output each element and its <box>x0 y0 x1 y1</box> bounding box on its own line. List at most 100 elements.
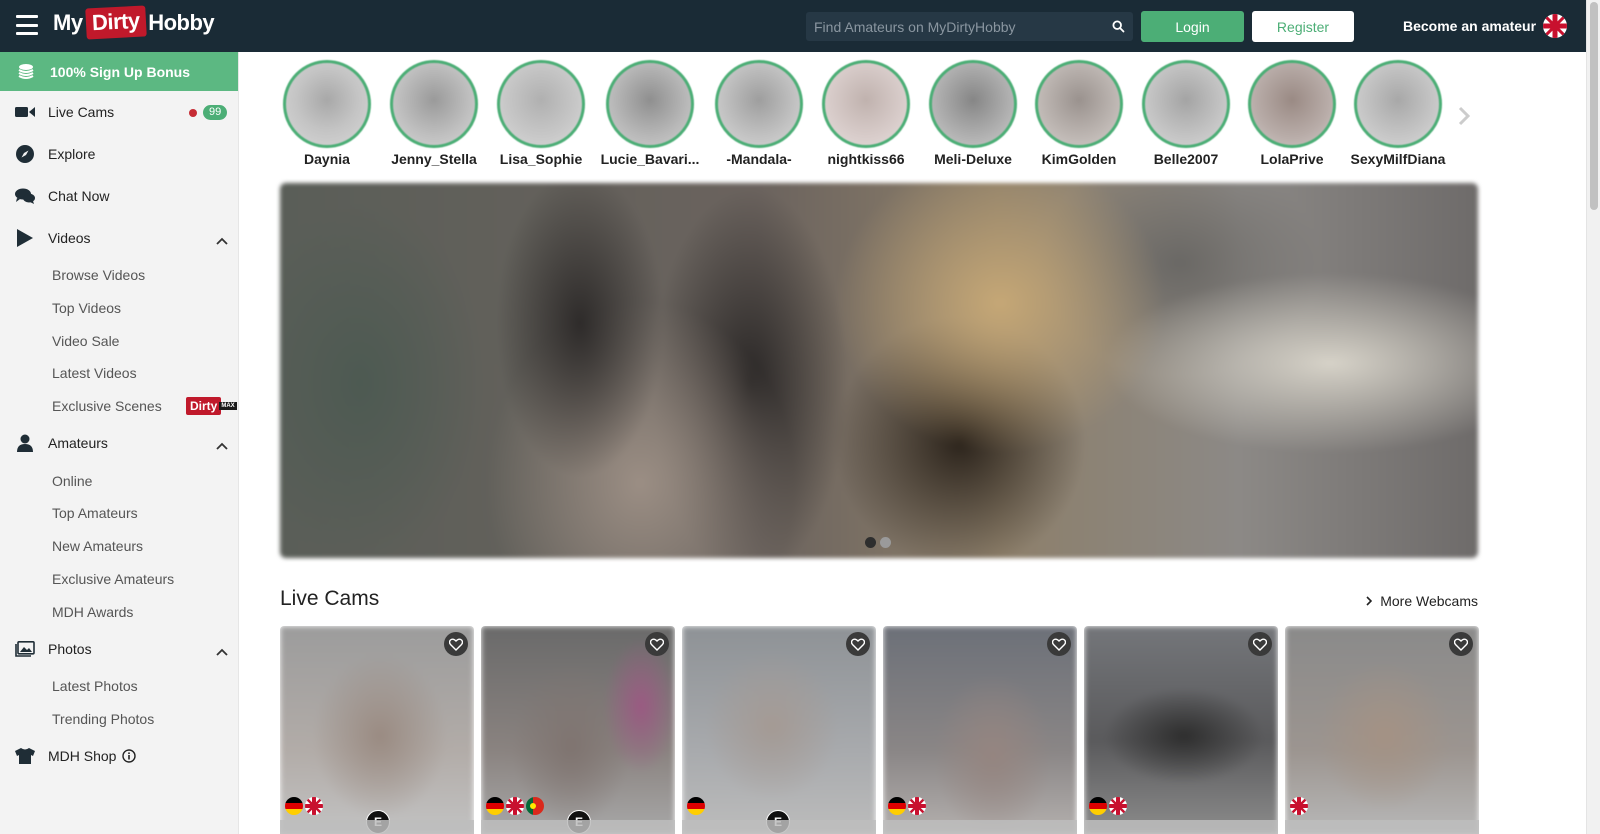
sidebar-item-live-cams[interactable]: Live Cams 99 <box>0 91 238 133</box>
cam-info-bar <box>682 820 876 834</box>
avatar[interactable] <box>1035 60 1123 148</box>
heart-icon[interactable] <box>1047 632 1071 656</box>
avatar[interactable] <box>929 60 1017 148</box>
user-icon <box>15 434 35 453</box>
cam-card[interactable] <box>883 626 1077 834</box>
carousel-dot[interactable] <box>880 537 891 548</box>
carousel-dots <box>865 537 891 548</box>
sidebar-subitem[interactable]: Top Videos <box>0 292 238 325</box>
chevron-right-icon[interactable] <box>1458 106 1471 131</box>
sidebar-subitem[interactable]: Video Sale <box>0 324 238 357</box>
story-item[interactable]: Lucie_Bavari... <box>600 60 700 167</box>
sidebar-item-photos[interactable]: Photos <box>0 628 238 670</box>
avatar[interactable] <box>715 60 803 148</box>
cam-card[interactable]: E <box>682 626 876 834</box>
de-flag-icon <box>888 797 906 815</box>
avatar[interactable] <box>390 60 478 148</box>
story-item[interactable]: Lisa_Sophie <box>491 60 591 167</box>
cam-card[interactable] <box>1084 626 1278 834</box>
language-flags <box>1290 797 1308 815</box>
story-item[interactable]: Jenny_Stella <box>384 60 484 167</box>
register-button[interactable]: Register <box>1252 11 1354 42</box>
story-item[interactable]: KimGolden <box>1029 60 1129 167</box>
uk-flag-icon[interactable] <box>1543 14 1568 38</box>
story-item[interactable]: SexyMilfDiana <box>1348 60 1448 167</box>
sidebar-subitem[interactable]: Top Amateurs <box>0 497 238 530</box>
story-name: LolaPrive <box>1260 151 1324 167</box>
logo-text-my: My <box>53 9 83 35</box>
bonus-label: 100% Sign Up Bonus <box>50 63 191 80</box>
sidebar-item-videos[interactable]: Videos <box>0 217 238 259</box>
cam-info-bar <box>1285 820 1479 834</box>
chevron-up-icon[interactable] <box>216 232 228 248</box>
story-name: SexyMilfDiana <box>1350 151 1446 167</box>
search-icon[interactable] <box>1103 12 1133 41</box>
carousel-dot[interactable] <box>865 537 876 548</box>
story-name: Daynia <box>304 151 350 167</box>
avatar[interactable] <box>822 60 910 148</box>
info-icon[interactable] <box>122 749 137 763</box>
story-item[interactable]: -Mandala- <box>709 60 809 167</box>
become-amateur-link[interactable]: Become an amateur <box>1403 14 1568 38</box>
story-name: Jenny_Stella <box>391 151 477 167</box>
cam-card[interactable] <box>1285 626 1479 834</box>
dirty-max-suffix: MAX <box>219 402 237 411</box>
story-item[interactable]: Meli-Deluxe <box>923 60 1023 167</box>
sidebar-subitem[interactable]: Exclusive Amateurs <box>0 563 238 596</box>
sidebar-subitem-exclusive-scenes[interactable]: Exclusive Scenes Dirty MAX <box>0 390 238 423</box>
sidebar-item-mdh-shop[interactable]: MDH Shop <box>0 735 238 777</box>
story-item[interactable]: Daynia <box>277 60 377 167</box>
live-cams-grid: E E E <box>280 626 1479 834</box>
heart-icon[interactable] <box>645 632 669 656</box>
cam-card[interactable]: E <box>481 626 675 834</box>
sidebar-subitem[interactable]: Latest Videos <box>0 357 238 390</box>
sidebar-subitem[interactable]: Trending Photos <box>0 703 238 736</box>
story-name: -Mandala- <box>726 151 792 167</box>
sidebar-subitem[interactable]: MDH Awards <box>0 595 238 628</box>
uk-flag-icon <box>1109 797 1127 815</box>
heart-icon[interactable] <box>1248 632 1272 656</box>
sidebar-subitem[interactable]: Browse Videos <box>0 259 238 292</box>
sidebar-item-label: Live Cams <box>48 104 115 120</box>
language-flags <box>285 797 323 815</box>
chevron-up-icon[interactable] <box>216 643 228 659</box>
sidebar-item-chat-now[interactable]: Chat Now <box>0 175 238 217</box>
avatar[interactable] <box>1354 60 1442 148</box>
site-logo[interactable]: My Dirty Hobby <box>53 5 215 40</box>
sidebar-item-label: MDH Shop <box>48 748 117 765</box>
sidebar-subitem[interactable]: Online <box>0 464 238 497</box>
scrollbar-thumb[interactable] <box>1590 2 1598 210</box>
heart-icon[interactable] <box>1449 632 1473 656</box>
sidebar-item-label: Explore <box>48 146 96 162</box>
search-input[interactable] <box>806 18 1103 35</box>
cam-card[interactable]: E <box>280 626 474 834</box>
live-count-badge: 99 <box>203 105 228 120</box>
more-webcams-link[interactable]: More Webcams <box>1366 593 1478 609</box>
chevron-up-icon[interactable] <box>216 437 228 453</box>
avatar[interactable] <box>497 60 585 148</box>
avatar[interactable] <box>1248 60 1336 148</box>
language-flags <box>1089 797 1127 815</box>
sidebar-item-explore[interactable]: Explore <box>0 133 238 175</box>
story-name: nightkiss66 <box>827 151 905 167</box>
page-scrollbar[interactable] <box>1586 0 1600 834</box>
avatar[interactable] <box>606 60 694 148</box>
sidebar-subitem[interactable]: New Amateurs <box>0 530 238 563</box>
heart-icon[interactable] <box>846 632 870 656</box>
story-item[interactable]: Belle2007 <box>1136 60 1236 167</box>
avatar[interactable] <box>283 60 371 148</box>
sidebar-item-amateurs[interactable]: Amateurs <box>0 422 238 464</box>
sidebar-item-label: Amateurs <box>48 435 108 452</box>
story-item[interactable]: LolaPrive <box>1242 60 1342 167</box>
sidebar: 100% Sign Up Bonus Live Cams 99 Explore … <box>0 52 239 834</box>
story-name: Lisa_Sophie <box>499 151 583 167</box>
signup-bonus-banner[interactable]: 100% Sign Up Bonus <box>0 52 238 91</box>
sidebar-subitem[interactable]: Latest Photos <box>0 670 238 703</box>
avatar[interactable] <box>1142 60 1230 148</box>
hero-banner <box>280 183 1478 558</box>
heart-icon[interactable] <box>444 632 468 656</box>
live-cams-heading: Live Cams <box>280 587 380 610</box>
menu-icon[interactable] <box>16 15 38 35</box>
story-item[interactable]: nightkiss66 <box>816 60 916 167</box>
login-button[interactable]: Login <box>1141 11 1244 42</box>
